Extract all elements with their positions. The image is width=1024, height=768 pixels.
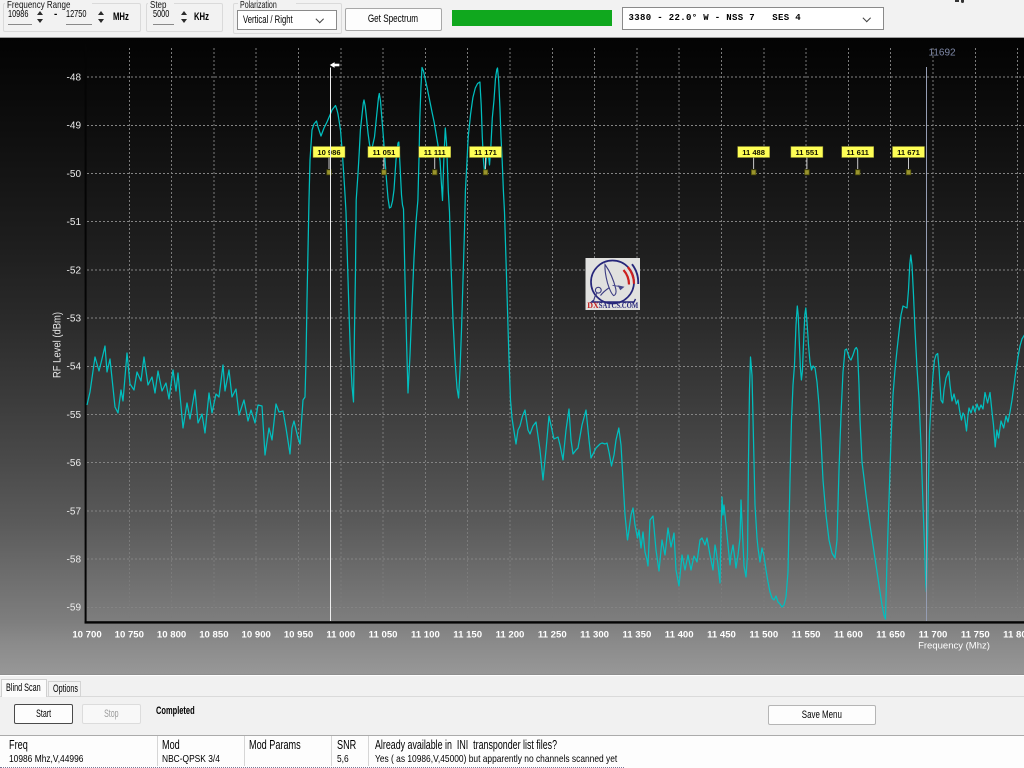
- svg-text:-53: -53: [67, 314, 82, 325]
- svg-text:11692: 11692: [929, 48, 957, 59]
- svg-text:11 671: 11 671: [897, 148, 921, 157]
- svg-text:-56: -56: [67, 458, 82, 469]
- svg-text:11 000: 11 000: [326, 630, 355, 641]
- svg-text:-48: -48: [67, 73, 82, 84]
- svg-text:11 550: 11 550: [792, 630, 821, 641]
- svg-text:-58: -58: [67, 555, 82, 566]
- svg-text:11 150: 11 150: [453, 630, 482, 641]
- svg-text:11 050: 11 050: [369, 630, 398, 641]
- svg-text:-51: -51: [67, 217, 82, 228]
- svg-text:11 350: 11 350: [622, 630, 651, 641]
- svg-text:11 551: 11 551: [795, 148, 819, 157]
- svg-text:11 450: 11 450: [707, 630, 736, 641]
- svg-text:DX: DX: [587, 301, 599, 310]
- svg-text:-54: -54: [67, 362, 82, 373]
- svg-text:10 986: 10 986: [317, 148, 340, 157]
- svg-text:11 750: 11 750: [961, 630, 990, 641]
- svg-text:-52: -52: [67, 265, 82, 276]
- svg-text:11 400: 11 400: [665, 630, 694, 641]
- svg-text:11 488: 11 488: [742, 148, 765, 157]
- svg-text:11 200: 11 200: [496, 630, 525, 641]
- svg-text:Frequency (Mhz): Frequency (Mhz): [918, 641, 990, 652]
- svg-text:11 171: 11 171: [474, 148, 498, 157]
- svg-text:10 850: 10 850: [199, 630, 228, 641]
- svg-text:11 111: 11 111: [424, 148, 447, 157]
- svg-text:11 700: 11 700: [919, 630, 948, 641]
- svg-text:11 600: 11 600: [834, 630, 863, 641]
- svg-text:10 750: 10 750: [115, 630, 144, 641]
- svg-text:10 700: 10 700: [72, 630, 101, 641]
- svg-text:10 900: 10 900: [242, 630, 271, 641]
- svg-text:11 500: 11 500: [749, 630, 778, 641]
- svg-text:11 611: 11 611: [847, 148, 870, 157]
- svg-text:11 100: 11 100: [411, 630, 440, 641]
- svg-text:RF Level (dBm): RF Level (dBm): [52, 312, 64, 378]
- svg-text:-50: -50: [67, 169, 82, 180]
- svg-text:11 300: 11 300: [580, 630, 609, 641]
- svg-text:SATCS.COM: SATCS.COM: [599, 301, 639, 310]
- svg-text:11 250: 11 250: [538, 630, 567, 641]
- svg-text:10 800: 10 800: [157, 630, 186, 641]
- svg-text:11 051: 11 051: [372, 148, 396, 157]
- svg-text:10 950: 10 950: [284, 630, 313, 641]
- svg-text:-57: -57: [67, 506, 82, 517]
- svg-text:11 800: 11 800: [1003, 630, 1024, 641]
- svg-text:11 650: 11 650: [876, 630, 905, 641]
- svg-text:-55: -55: [67, 410, 82, 421]
- svg-text:-59: -59: [67, 603, 82, 614]
- svg-text:-49: -49: [67, 121, 82, 132]
